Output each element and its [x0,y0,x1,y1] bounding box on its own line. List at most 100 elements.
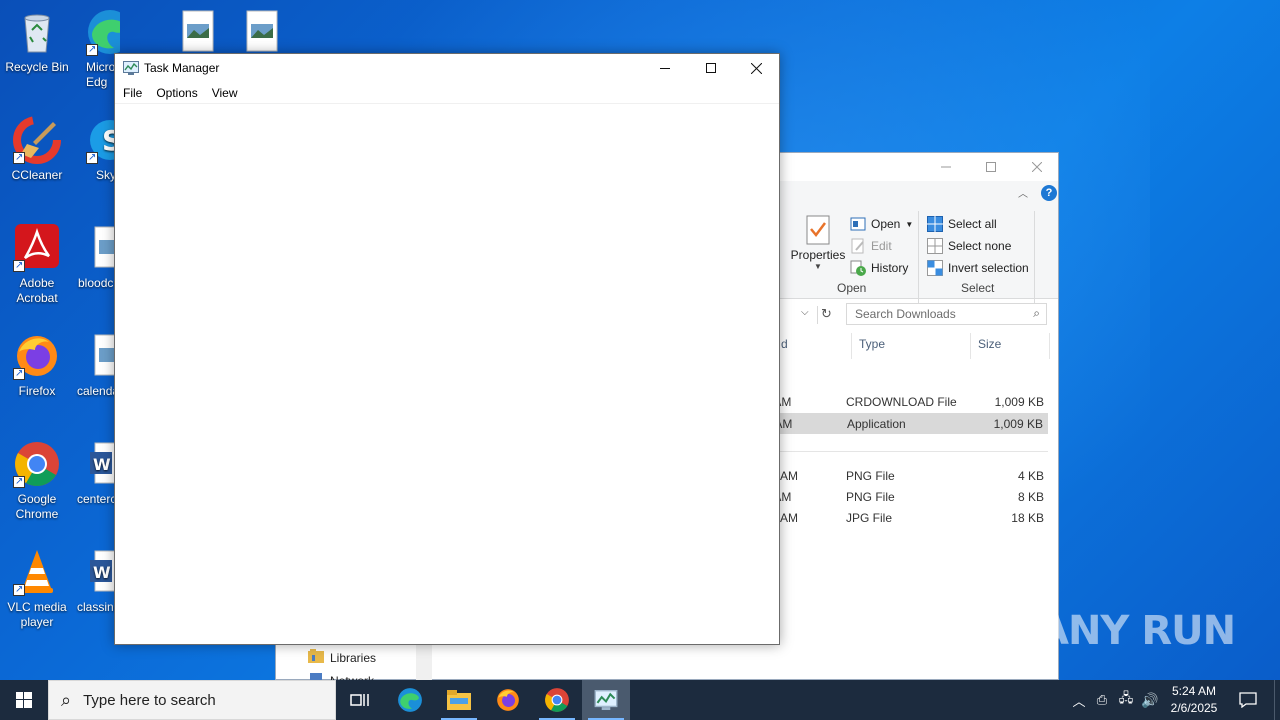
desktop-icon-vlc[interactable]: VLC media player [1,548,73,630]
nav-item-label: Libraries [330,650,377,665]
taskbar-firefox[interactable] [484,680,532,720]
clock[interactable]: 5:24 AM 2/6/2025 [1162,683,1226,717]
select-none-button[interactable]: Select none [927,235,1029,257]
search-icon: ⌕ [61,689,72,710]
taskbar-task-manager[interactable] [582,680,630,720]
recycle-bin-icon [13,8,61,56]
start-button[interactable] [0,680,48,720]
invert-selection-button[interactable]: Invert selection [927,257,1029,279]
desktop-icon-label: CCleaner [11,168,63,182]
search-placeholder: Type here to search [83,691,216,709]
watermark-text: ANY RUN [1038,608,1236,654]
maximize-button[interactable] [968,153,1014,181]
open-button[interactable]: Open ▼ [850,213,913,235]
nav-item-libraries[interactable]: Libraries [308,649,376,666]
table-row[interactable]: 2 AM Application 1,009 KB [764,413,1048,434]
show-desktop-button[interactable] [1274,680,1280,720]
column-header-type[interactable]: Type [859,337,885,359]
notification-icon [1239,692,1257,708]
network-icon[interactable]: 🖧 [1114,689,1138,711]
folder-icon [447,690,471,710]
properties-label: Properties [790,248,846,262]
desktop-icon-acrobat[interactable]: Adobe Acrobat [1,224,73,306]
firefox-icon [13,332,61,381]
history-button[interactable]: History [850,257,913,279]
select-none-label: Select none [948,239,1012,253]
desktop-icon-ccleaner[interactable]: CCleaner [1,116,73,183]
task-view-button[interactable] [336,680,384,720]
properties-button[interactable]: Properties ▼ [790,215,846,271]
table-row[interactable]: 55 AM JPG File 18 KB [764,508,1048,529]
desktop-icon-label: Adobe Acrobat [16,276,58,305]
minimize-button[interactable] [642,54,688,82]
device-icon[interactable]: ⎙ [1090,692,1114,708]
table-row[interactable]: 07 AM PNG File 4 KB [764,466,1048,487]
shortcut-overlay-icon [13,474,25,489]
minimize-button[interactable] [923,153,969,181]
column-header-size[interactable]: Size [978,337,1001,359]
close-icon [750,62,762,74]
table-row[interactable]: 2 AM CRDOWNLOAD File 1,009 KB [764,392,1048,413]
file-type: CRDOWNLOAD File [846,395,957,409]
select-all-icon [927,216,943,232]
edit-button[interactable]: Edit [850,235,913,257]
close-button[interactable] [733,54,779,82]
file-type: PNG File [846,469,895,483]
taskbar-search-input[interactable]: ⌕ Type here to search [48,680,336,720]
open-group-label: Open [837,281,867,295]
search-icon: ⌕ [1033,306,1040,320]
menu-file[interactable]: File [116,82,149,103]
desktop-icon-label: Google Chrome [15,492,59,521]
edge-icon [86,8,120,57]
task-manager-window[interactable]: Task Manager File Options View [114,53,780,645]
file-size: 1,009 KB [993,417,1043,431]
taskbar-edge[interactable] [386,680,434,720]
desktop-icon-chrome[interactable]: Google Chrome [1,440,73,522]
refresh-icon[interactable]: ↻ [817,306,835,324]
notification-center-button[interactable] [1230,680,1266,720]
help-icon[interactable]: ? [1041,185,1057,201]
column-header-date[interactable]: d [781,337,788,359]
select-all-button[interactable]: Select all [927,213,1029,235]
menu-view[interactable]: View [205,82,245,103]
select-all-label: Select all [948,217,997,231]
desktop-icon-firefox[interactable]: Firefox [1,332,73,399]
search-placeholder: Search Downloads [855,307,956,321]
desktop-icon-recycle-bin[interactable]: Recycle Bin [1,8,73,75]
table-row[interactable]: 5 AM PNG File 8 KB [764,487,1048,508]
taskbar-chrome[interactable] [533,680,581,720]
chrome-icon [545,688,569,712]
file-size: 1,009 KB [994,395,1044,409]
close-button[interactable] [1014,153,1060,181]
properties-icon [806,215,830,245]
open-group: Open ▼ Edit History [850,213,913,279]
task-manager-titlebar[interactable]: Task Manager [115,54,779,82]
file-type: PNG File [846,490,895,504]
shortcut-overlay-icon [13,366,25,381]
address-dropdown-icon[interactable]: ⌵ [801,307,809,318]
taskbar: ⌕ Type here to search ︿ ⎙ 🖧 🔊 5:24 AM 2/… [0,680,1280,720]
minimize-icon [941,166,951,168]
maximize-button[interactable] [688,54,734,82]
shortcut-overlay-icon [13,582,25,597]
collapse-ribbon-icon[interactable]: ︿ [1018,185,1028,200]
file-type: Application [847,417,906,431]
column-divider [851,333,852,359]
chevron-up-icon[interactable]: ︿ [1068,691,1090,710]
invert-selection-icon [927,260,943,276]
desktop-icon-label: VLC media player [7,600,67,629]
history-label: History [871,261,909,275]
menu-options[interactable]: Options [149,82,204,103]
edge-icon [398,688,422,712]
maximize-icon [706,63,716,73]
libraries-icon [308,649,324,666]
volume-icon[interactable]: 🔊 [1138,692,1162,709]
image-file-icon [174,8,222,56]
image-file-icon [238,8,286,56]
desktop-icon-label: Firefox [18,384,56,398]
chevron-down-icon: ▼ [905,219,914,229]
taskbar-file-explorer[interactable] [435,680,483,720]
search-input[interactable]: Search Downloads ⌕ [846,303,1047,325]
task-manager-icon [123,61,139,75]
edit-label: Edit [871,239,892,253]
